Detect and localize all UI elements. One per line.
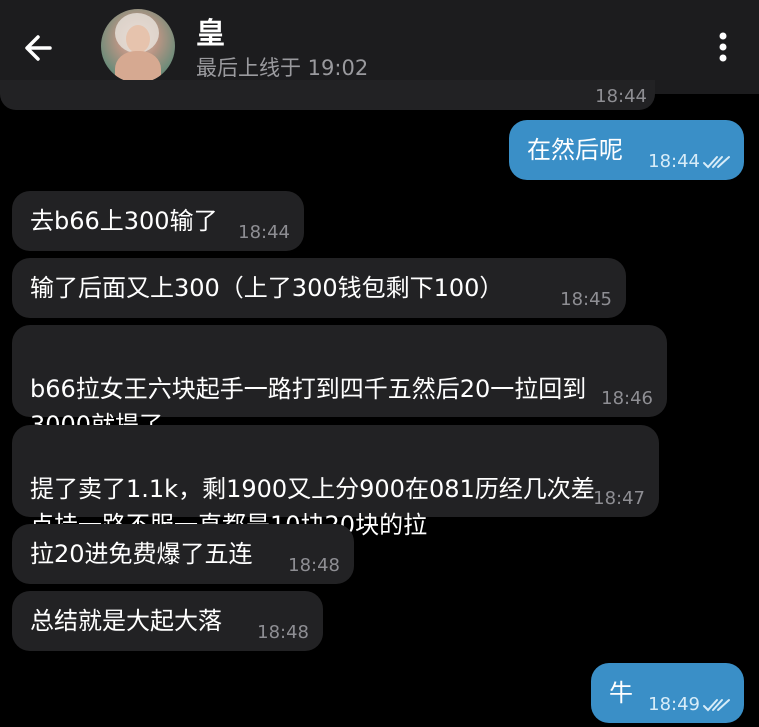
message-time: 18:45: [560, 289, 612, 310]
message-time: 18:44: [238, 222, 290, 243]
message-text: 输了后面又上300（上了300钱包剩下100）: [30, 274, 504, 302]
message-bubble-incoming[interactable]: 输了后面又上300（上了300钱包剩下100） 18:45: [12, 258, 626, 318]
message-bubble-incoming[interactable]: 提了卖了1.1k，剩1900又上分900在081历经几次差 点挂一路不服一直都是…: [12, 425, 659, 539]
message-list[interactable]: 18:44 在然后呢 18:44 去b66上300输了 18:44 输了后面又上…: [0, 80, 759, 727]
message-time: 18:48: [257, 622, 309, 643]
message-bubble-incoming[interactable]: b66拉女王六块起手一路打到四千五然后20一拉回到 3000就提了 18:46: [12, 325, 667, 439]
more-menu-button[interactable]: [712, 28, 734, 68]
more-vertical-icon: [719, 32, 727, 62]
message-bubble-incoming[interactable]: 拉20进免费爆了五连 18:48: [12, 524, 354, 584]
message-time: 18:47: [593, 488, 645, 509]
arrow-left-icon: [25, 35, 52, 61]
last-seen-status: 最后上线于 19:02: [196, 56, 369, 80]
message-bubble-outgoing[interactable]: 在然后呢 18:44: [509, 120, 744, 180]
avatar[interactable]: [101, 9, 175, 83]
message-time: 18:49: [648, 694, 700, 715]
message-bubble-incoming[interactable]: 总结就是大起大落 18:48: [12, 591, 323, 651]
contact-name[interactable]: 皇: [196, 10, 225, 52]
message-time: 18:44: [595, 86, 647, 107]
double-check-icon: [703, 699, 730, 712]
double-check-icon: [703, 156, 730, 169]
message-time: 18:44: [648, 151, 700, 172]
back-button[interactable]: [18, 28, 58, 68]
message-time: 18:48: [288, 555, 340, 576]
partial-message-bubble: [0, 80, 655, 110]
message-time: 18:46: [601, 388, 653, 409]
message-bubble-outgoing[interactable]: 牛 18:49: [591, 663, 744, 723]
message-bubble-incoming[interactable]: 去b66上300输了 18:44: [12, 191, 304, 251]
